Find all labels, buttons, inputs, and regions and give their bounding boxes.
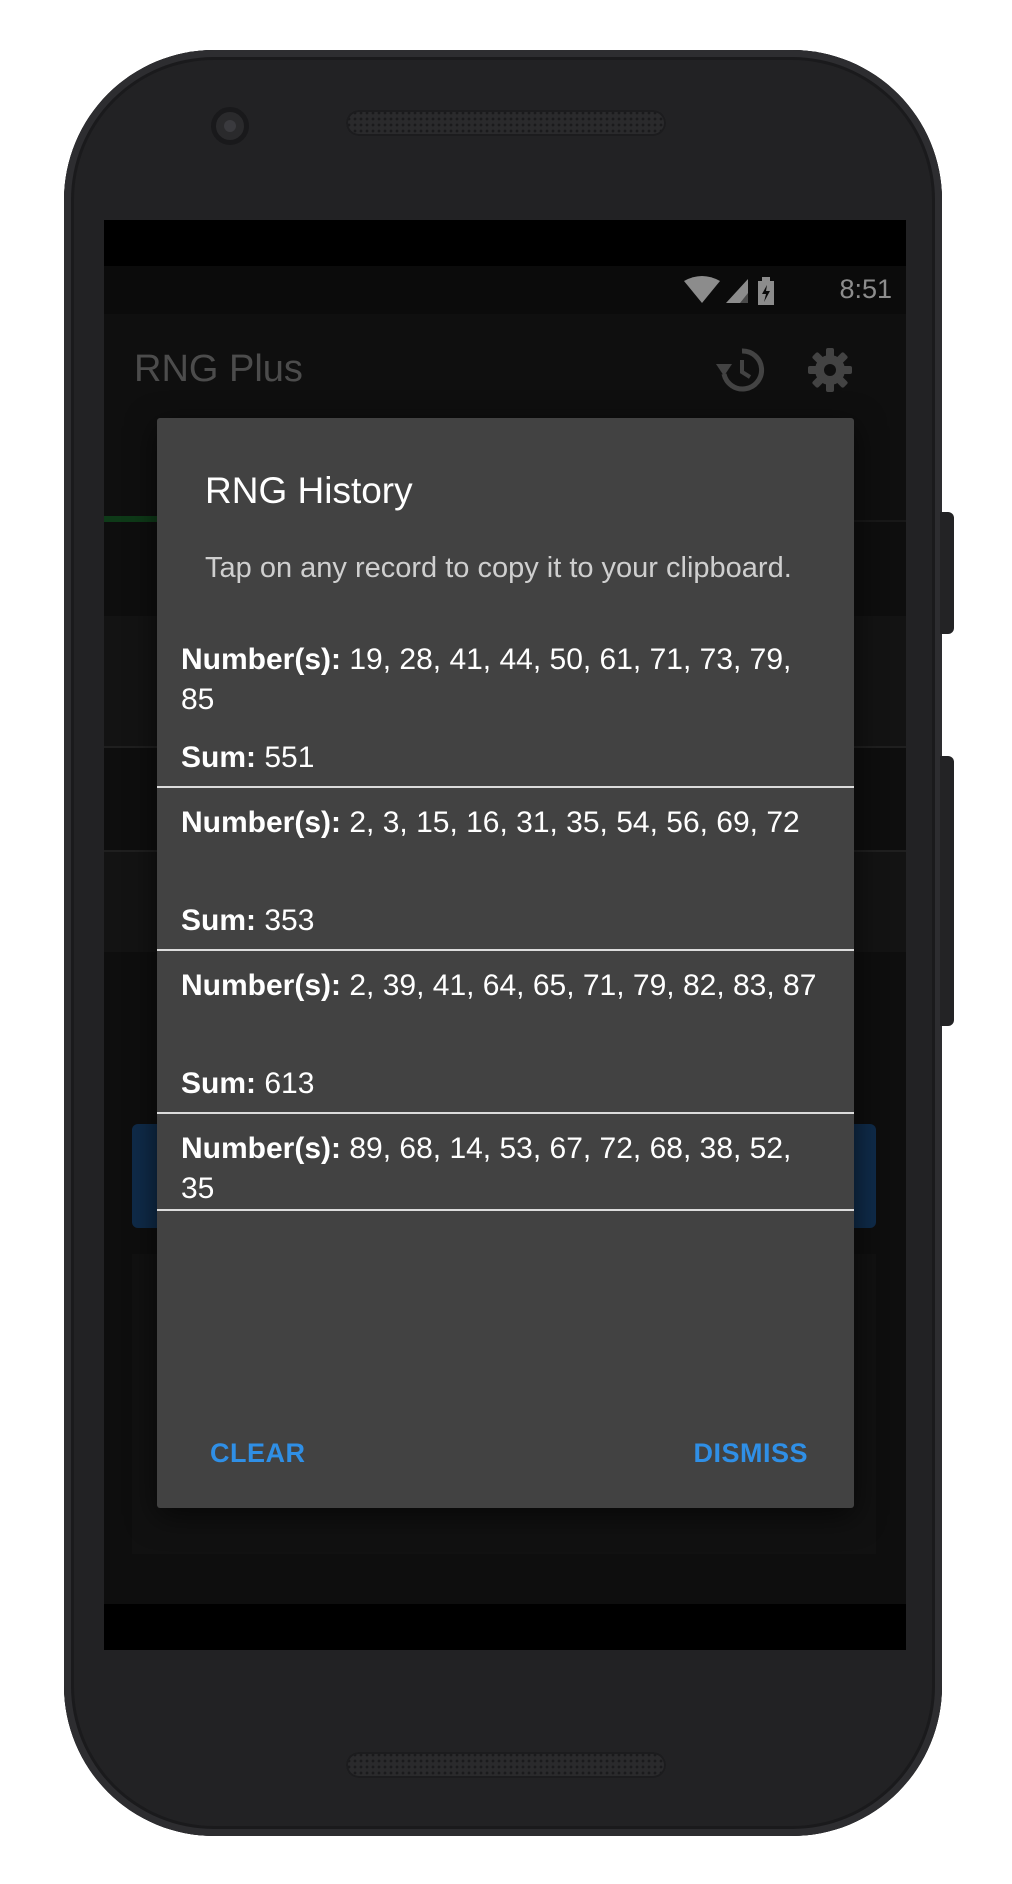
numbers-value: 2, 3, 15, 16, 31, 35, 54, 56, 69, 72 — [349, 806, 800, 839]
numbers-label: Number(s): — [181, 643, 342, 676]
power-button — [940, 512, 954, 634]
history-record[interactable]: Number(s): 2, 3, 15, 16, 31, 35, 54, 56,… — [157, 799, 854, 949]
record-numbers: Number(s): 19, 28, 41, 44, 50, 61, 71, 7… — [181, 640, 831, 720]
record-sum: Sum: 613 — [181, 1064, 831, 1104]
phone-screen: 8:51 RNG Plus RNG History Tap on any rec… — [104, 220, 906, 1650]
volume-button — [940, 756, 954, 1026]
numbers-value: 2, 39, 41, 64, 65, 71, 79, 82, 83, 87 — [349, 969, 817, 1002]
history-record[interactable]: Number(s): 2, 39, 41, 64, 65, 71, 79, 82… — [157, 962, 854, 1112]
record-divider — [157, 949, 854, 951]
numbers-label: Number(s): — [181, 969, 342, 1002]
record-divider — [157, 1209, 854, 1211]
record-numbers: Number(s): 2, 39, 41, 64, 65, 71, 79, 82… — [181, 966, 831, 1006]
history-record[interactable]: Number(s): 89, 68, 14, 53, 67, 72, 68, 3… — [157, 1125, 854, 1210]
top-speaker — [346, 110, 666, 136]
dismiss-button[interactable]: DISMISS — [693, 1438, 808, 1469]
rng-history-dialog: RNG History Tap on any record to copy it… — [157, 418, 854, 1508]
clear-button[interactable]: CLEAR — [210, 1438, 306, 1469]
sum-value: 613 — [264, 1067, 315, 1100]
bottom-speaker — [346, 1752, 666, 1778]
sum-value: 353 — [264, 904, 315, 937]
record-sum: Sum: 353 — [181, 901, 831, 941]
record-numbers: Number(s): 89, 68, 14, 53, 67, 72, 68, 3… — [181, 1129, 831, 1209]
history-record[interactable]: Number(s): 19, 28, 41, 44, 50, 61, 71, 7… — [157, 636, 854, 786]
record-divider — [157, 1112, 854, 1114]
front-camera — [211, 107, 249, 145]
sum-label: Sum: — [181, 904, 256, 937]
numbers-label: Number(s): — [181, 806, 342, 839]
record-numbers: Number(s): 2, 3, 15, 16, 31, 35, 54, 56,… — [181, 803, 831, 843]
dialog-title: RNG History — [205, 470, 413, 511]
dialog-message: Tap on any record to copy it to your cli… — [205, 552, 792, 584]
record-sum: Sum: 551 — [181, 738, 831, 778]
sum-value: 551 — [264, 741, 315, 774]
sum-label: Sum: — [181, 741, 256, 774]
numbers-label: Number(s): — [181, 1132, 342, 1165]
record-divider — [157, 786, 854, 788]
sum-label: Sum: — [181, 1067, 256, 1100]
